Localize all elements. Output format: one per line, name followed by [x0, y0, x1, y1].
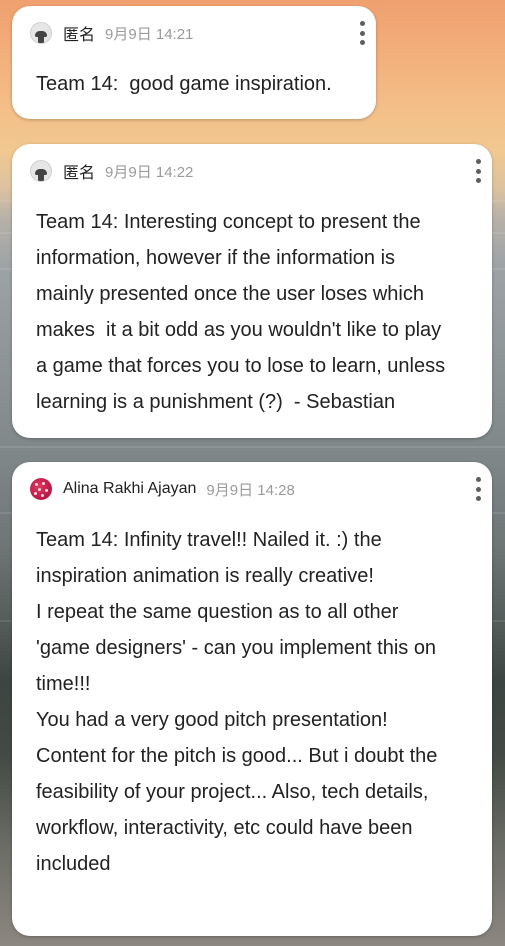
more-vertical-icon[interactable] — [466, 474, 490, 504]
user-avatar — [30, 478, 52, 500]
comment-text: Team 14: Interesting concept to present … — [36, 211, 446, 413]
comment-timestamp: 9月9日 14:28 — [206, 481, 295, 499]
comment-author: Alina Rakhi Ajayan — [63, 480, 197, 497]
comment-text: Team 14: Infinity travel!! Nailed it. :)… — [36, 529, 438, 875]
anonymous-avatar — [30, 160, 52, 182]
more-vertical-icon[interactable] — [350, 18, 374, 48]
comment-text: Team 14: good game inspiration. — [36, 73, 332, 95]
comment-card: 匿名 9月9日 14:22 Team 14: Interesting conce… — [12, 144, 492, 438]
comment-header: 匿名 9月9日 14:21 — [30, 20, 193, 46]
comment-author: 匿名 — [63, 27, 96, 44]
anonymous-avatar — [30, 22, 52, 44]
more-vertical-icon[interactable] — [466, 156, 490, 186]
comment-timestamp: 9月9日 14:22 — [105, 163, 194, 181]
comment-card: Alina Rakhi Ajayan 9月9日 14:28 Team 14: I… — [12, 462, 492, 936]
comment-timestamp: 9月9日 14:21 — [105, 25, 194, 43]
comment-header: 匿名 9月9日 14:22 — [30, 158, 193, 184]
comment-author: 匿名 — [63, 165, 96, 182]
comment-card: 匿名 9月9日 14:21 Team 14: good game inspira… — [12, 6, 376, 119]
comment-header: Alina Rakhi Ajayan 9月9日 14:28 — [30, 476, 295, 502]
background-wave — [0, 446, 505, 448]
